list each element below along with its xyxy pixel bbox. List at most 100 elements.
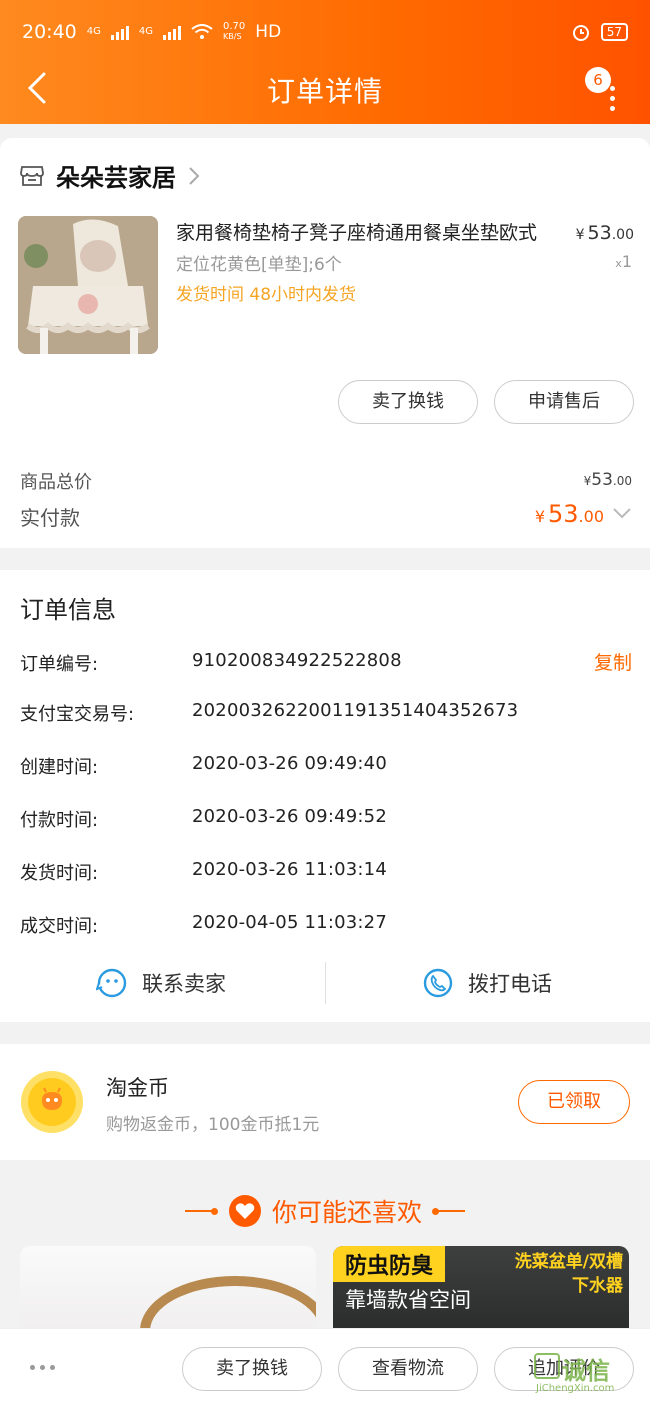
alipay-trade-value: 2020032622001191351404352673 xyxy=(192,700,519,721)
chevron-down-icon[interactable] xyxy=(612,506,632,520)
goods-total-dec: .00 xyxy=(612,474,632,488)
status-bar: 20:40 4G 4G 0.70 KB/S HD 57 xyxy=(22,18,628,46)
wifi-icon xyxy=(191,24,213,39)
notification-badge: 6 xyxy=(585,67,611,93)
promo-side-text: 洗菜盆单/双槽 下水器 xyxy=(515,1250,623,1298)
copy-button[interactable]: 复制 xyxy=(594,648,632,675)
coins-title: 淘金币 xyxy=(106,1076,169,1100)
contact-seller-label: 联系卖家 xyxy=(142,972,226,996)
ship-time: 发货时间 48小时内发货 xyxy=(176,285,357,305)
contact-bar: 联系卖家 拨打电话 xyxy=(0,960,650,1010)
coins-description: 购物返金币，100金币抵1元 xyxy=(106,1115,320,1135)
product-spec: 定位花黄色[单垫];6个 xyxy=(176,255,342,275)
price-dec: .00 xyxy=(611,227,634,243)
product-image xyxy=(18,216,158,354)
info-label: 成交时间: xyxy=(20,916,99,937)
product-thumbnail[interactable] xyxy=(18,216,158,354)
contact-seller-button[interactable]: 联系卖家 xyxy=(96,960,226,1006)
info-label: 发货时间: xyxy=(20,863,99,884)
signal-icon-2 xyxy=(163,24,182,40)
recommend-title: 你可能还喜欢 xyxy=(271,1198,422,1227)
chat-face-icon xyxy=(96,968,127,998)
network-label-b: 4G xyxy=(138,26,154,37)
promo-subtitle: 靠墙款省空间 xyxy=(345,1288,471,1312)
watermark-url: JiChengXin.com xyxy=(536,1383,615,1394)
coins-claimed-button[interactable]: 已领取 xyxy=(518,1080,630,1124)
goods-total-label: 商品总价 xyxy=(20,472,92,493)
recommend-card-bag[interactable] xyxy=(20,1246,316,1336)
paid-dec: .00 xyxy=(578,507,604,526)
completed-time-value: 2020-04-05 11:03:27 xyxy=(192,912,387,933)
store-link[interactable]: 朵朵芸家居 xyxy=(20,158,200,193)
call-phone-label: 拨打电话 xyxy=(468,972,552,996)
goods-total-value: ¥53.00 xyxy=(584,470,632,490)
qty-value: 1 xyxy=(621,252,632,271)
recommend-header: 你可能还喜欢 xyxy=(0,1186,650,1236)
bottom-action-bar: 卖了换钱 查看物流 追加评价 诚信 JiChengXin.com xyxy=(0,1328,650,1408)
more-vertical-icon xyxy=(610,86,616,116)
info-label: 付款时间: xyxy=(20,810,99,831)
product-quantity: x1 xyxy=(615,252,632,271)
alarm-icon xyxy=(572,25,589,41)
created-time-value: 2020-03-26 09:49:40 xyxy=(192,753,387,774)
decor-line-right xyxy=(435,1210,465,1212)
promo-side-line1: 洗菜盆单/双槽 xyxy=(514,1252,623,1272)
order-item-card: 朵朵芸家居 家用餐椅垫椅子凳子座椅通用餐桌坐垫欧式 定位花黄色[单垫];6个 发… xyxy=(0,138,650,548)
recommend-card-drain[interactable]: 防虫防臭 靠墙款省空间 洗菜盆单/双槽 下水器 xyxy=(333,1246,629,1336)
paid-value: ¥53.00 xyxy=(535,500,604,528)
shipped-time-value: 2020-03-26 11:03:14 xyxy=(192,859,387,880)
page-title: 订单详情 xyxy=(266,75,383,108)
sell-item-button[interactable]: 卖了换钱 xyxy=(338,380,478,424)
info-label: 创建时间: xyxy=(20,757,99,778)
app-header: 20:40 4G 4G 0.70 KB/S HD 57 订单详情 6 xyxy=(0,0,650,124)
store-name: 朵朵芸家居 xyxy=(56,164,176,192)
sell-button[interactable]: 卖了换钱 xyxy=(182,1347,322,1391)
heart-icon xyxy=(228,1195,261,1227)
paid-symbol: ¥ xyxy=(534,507,545,526)
watermark-logo-icon xyxy=(534,1353,560,1379)
created-time-row: 创建时间: 2020-03-26 09:49:40 xyxy=(20,753,632,783)
network-label-a: 4G xyxy=(86,26,101,37)
completed-time-row: 成交时间: 2020-04-05 11:03:27 xyxy=(20,912,632,942)
after-sale-button[interactable]: 申请售后 xyxy=(494,380,634,424)
alipay-trade-row: 支付宝交易号: 2020032622001191351404352673 xyxy=(20,700,632,730)
order-number-value: 910200834922522808 xyxy=(192,650,402,671)
promo-tag: 防虫防臭 xyxy=(333,1246,446,1282)
info-label: 订单编号: xyxy=(20,654,99,675)
taobao-coins-card: 淘金币 购物返金币，100金币抵1元 已领取 xyxy=(0,1044,650,1160)
product-price: ¥53.00 xyxy=(576,222,634,244)
bag-image xyxy=(140,1276,316,1336)
battery-icon: 57 xyxy=(600,23,628,41)
paid-int: 53 xyxy=(548,500,579,528)
phone-icon xyxy=(423,968,453,998)
network-speed-unit: KB/S xyxy=(223,32,242,41)
view-logistics-button[interactable]: 查看物流 xyxy=(338,1347,478,1391)
product-title[interactable]: 家用餐椅垫椅子凳子座椅通用餐桌坐垫欧式 xyxy=(176,218,537,245)
call-phone-button[interactable]: 拨打电话 xyxy=(422,960,552,1006)
signal-icon xyxy=(110,24,129,40)
more-menu-button[interactable]: 6 xyxy=(585,67,626,111)
paid-label: 实付款 xyxy=(20,506,80,530)
order-number-row: 订单编号: 910200834922522808 复制 xyxy=(20,650,632,680)
price-int: 53 xyxy=(587,222,612,244)
hd-label: HD xyxy=(255,22,282,42)
promo-side-line2: 下水器 xyxy=(572,1276,623,1296)
order-info-card: 订单信息 订单编号: 910200834922522808 复制 支付宝交易号:… xyxy=(0,570,650,1022)
network-speed: 0.70 xyxy=(223,21,246,32)
decor-line-left xyxy=(184,1210,215,1212)
divider xyxy=(325,962,326,1004)
watermark-text: 诚信 xyxy=(562,1357,610,1385)
info-label: 支付宝交易号: xyxy=(20,704,135,725)
site-watermark: 诚信 JiChengXin.com xyxy=(532,1349,644,1401)
paid-time-value: 2020-03-26 09:49:52 xyxy=(192,806,387,827)
shipped-time-row: 发货时间: 2020-03-26 11:03:14 xyxy=(20,859,632,889)
status-time: 20:40 xyxy=(22,21,77,43)
paid-time-row: 付款时间: 2020-03-26 09:49:52 xyxy=(20,806,632,836)
order-info-title: 订单信息 xyxy=(20,596,116,624)
gold-coin-icon xyxy=(21,1071,83,1133)
price-symbol: ¥ xyxy=(575,227,585,243)
goods-total-int: 53 xyxy=(591,470,613,490)
store-icon xyxy=(20,165,44,186)
more-horizontal-icon[interactable] xyxy=(30,1365,55,1370)
chevron-right-icon xyxy=(189,166,200,185)
